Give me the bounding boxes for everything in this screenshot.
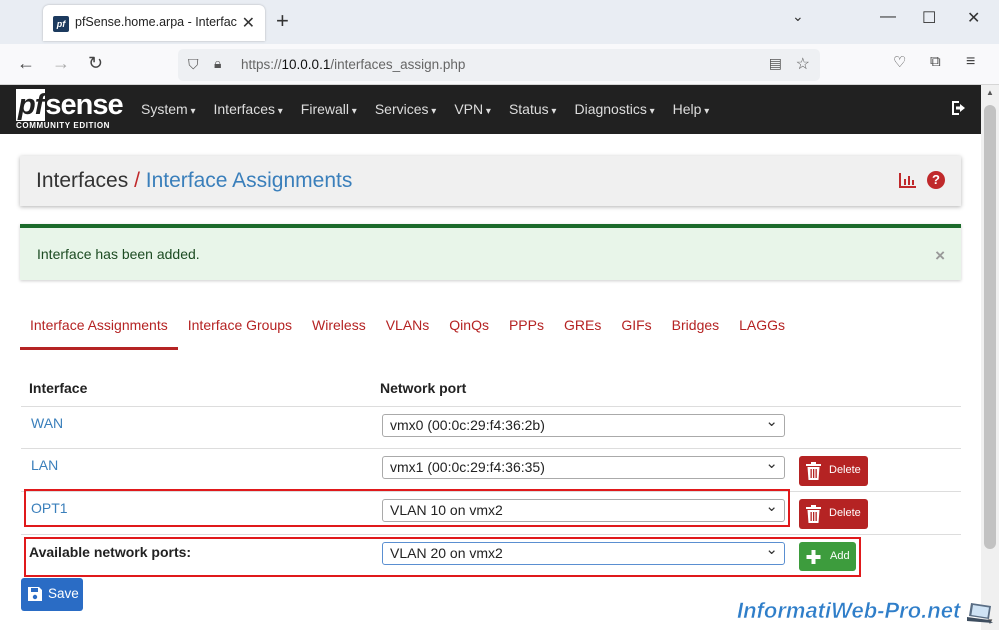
menu-diagnostics[interactable]: Diagnostics: [574, 101, 654, 117]
page-title: Interfaces / Interface Assignments: [36, 169, 353, 192]
close-window-button[interactable]: ✕: [967, 8, 980, 28]
menu-help[interactable]: Help: [673, 101, 710, 117]
col-header-interface: Interface: [29, 380, 88, 396]
menu-status[interactable]: Status: [509, 101, 557, 117]
menu-services[interactable]: Services: [375, 101, 437, 117]
browser-tab-bar: pf pfSense.home.arpa - Interfaces: Inter…: [0, 0, 999, 44]
pocket-icon[interactable]: ♡: [893, 53, 906, 71]
save-button-label: Save: [48, 586, 79, 601]
delete-button-opt1[interactable]: Delete: [799, 499, 868, 529]
network-port-select-wan[interactable]: vmx0 (00:0c:29:f4:36:2b): [382, 412, 785, 437]
page-scrollbar[interactable]: ▲ ▼: [981, 85, 999, 630]
scroll-thumb[interactable]: [984, 105, 996, 549]
forward-icon[interactable]: →: [52, 53, 70, 74]
delete-button-label: Delete: [829, 464, 861, 476]
tab-wireless[interactable]: Wireless: [302, 314, 376, 347]
breadcrumb-current[interactable]: Interface Assignments: [146, 169, 353, 192]
tab-gres[interactable]: GREs: [554, 314, 611, 347]
watermark-text: InformatiWeb-Pro.net: [737, 598, 961, 624]
menu-firewall[interactable]: Firewall: [301, 101, 357, 117]
tab-ppps[interactable]: PPPs: [499, 314, 554, 347]
laptop-logo-icon: [967, 603, 993, 623]
menu-hamburger-icon[interactable]: ≡: [966, 53, 975, 71]
help-icon[interactable]: ?: [927, 171, 945, 189]
maximize-button[interactable]: ☐: [922, 8, 936, 28]
back-icon[interactable]: ←: [17, 53, 35, 74]
tab-title: pfSense.home.arpa - Interfaces: Interfac…: [75, 15, 237, 29]
url-text: https://10.0.0.1/interfaces_assign.php: [241, 57, 466, 72]
delete-button-lan[interactable]: Delete: [799, 456, 868, 486]
menu-interfaces[interactable]: Interfaces: [214, 101, 283, 117]
reader-view-icon[interactable]: ▤: [769, 55, 782, 72]
logout-icon[interactable]: [951, 100, 969, 121]
main-menu: System Interfaces Firewall Services VPN …: [141, 101, 709, 117]
shield-icon[interactable]: ⛉: [188, 56, 199, 73]
logo-edition-label: COMMUNITY EDITION: [16, 121, 111, 130]
tab-gifs[interactable]: GIFs: [611, 314, 661, 347]
tab-laggs[interactable]: LAGGs: [729, 314, 795, 347]
status-chart-icon[interactable]: [899, 171, 917, 189]
pfsense-logo[interactable]: pfsense COMMUNITY EDITION: [16, 89, 126, 131]
trash-icon: [806, 505, 821, 523]
tab-qinqs[interactable]: QinQs: [439, 314, 499, 347]
row-divider: [21, 534, 961, 535]
bookmark-star-icon[interactable]: ☆: [796, 54, 810, 74]
highlight-box-opt1: [24, 489, 790, 527]
menu-system[interactable]: System: [141, 101, 196, 117]
pfsense-navbar: pfsense COMMUNITY EDITION System Interfa…: [0, 85, 981, 134]
new-tab-button[interactable]: +: [276, 8, 289, 34]
alert-message: Interface has been added.: [37, 246, 200, 262]
interface-tabs: Interface Assignments Interface Groups W…: [20, 314, 961, 350]
row-divider: [21, 448, 961, 449]
delete-button-label: Delete: [829, 507, 861, 519]
trash-icon: [806, 462, 821, 480]
col-header-network-port: Network port: [380, 380, 467, 396]
save-button[interactable]: Save: [21, 578, 83, 611]
minimize-button[interactable]: —: [880, 8, 896, 26]
url-bar[interactable]: ⛉ 🔒︎ https://10.0.0.1/interfaces_assign.…: [178, 49, 820, 81]
floppy-disk-icon: [28, 587, 42, 601]
network-port-select-lan[interactable]: vmx1 (00:0c:29:f4:36:35): [382, 454, 785, 479]
interface-link-lan[interactable]: LAN: [31, 457, 58, 473]
extensions-icon[interactable]: ⧉: [930, 53, 941, 70]
pfsense-favicon-icon: pf: [53, 16, 69, 32]
lock-icon[interactable]: 🔒︎: [214, 55, 221, 72]
tab-interface-assignments[interactable]: Interface Assignments: [20, 314, 178, 350]
tab-interface-groups[interactable]: Interface Groups: [178, 314, 302, 347]
tab-bridges[interactable]: Bridges: [662, 314, 729, 347]
highlight-box-available: [24, 537, 861, 577]
interface-link-wan[interactable]: WAN: [31, 415, 63, 431]
menu-vpn[interactable]: VPN: [454, 101, 491, 117]
close-tab-icon[interactable]: ✕: [242, 13, 255, 33]
browser-nav-bar: ← → ↻ ⛉ 🔒︎ https://10.0.0.1/interfaces_a…: [0, 44, 999, 85]
scroll-up-icon[interactable]: ▲: [986, 88, 994, 97]
alert-close-icon[interactable]: ×: [935, 246, 945, 266]
breadcrumb-root[interactable]: Interfaces: [36, 169, 128, 192]
tab-vlans[interactable]: VLANs: [376, 314, 440, 347]
row-divider: [21, 406, 961, 407]
success-alert: Interface has been added. ×: [20, 224, 961, 280]
tab-list-chevron-icon[interactable]: ⌄: [792, 8, 804, 25]
browser-tab[interactable]: pf pfSense.home.arpa - Interfaces: Inter…: [43, 5, 265, 41]
page-title-panel: Interfaces / Interface Assignments ?: [20, 156, 961, 206]
page-content: Interfaces / Interface Assignments ? Int…: [0, 134, 993, 630]
reload-icon[interactable]: ↻: [88, 53, 103, 74]
